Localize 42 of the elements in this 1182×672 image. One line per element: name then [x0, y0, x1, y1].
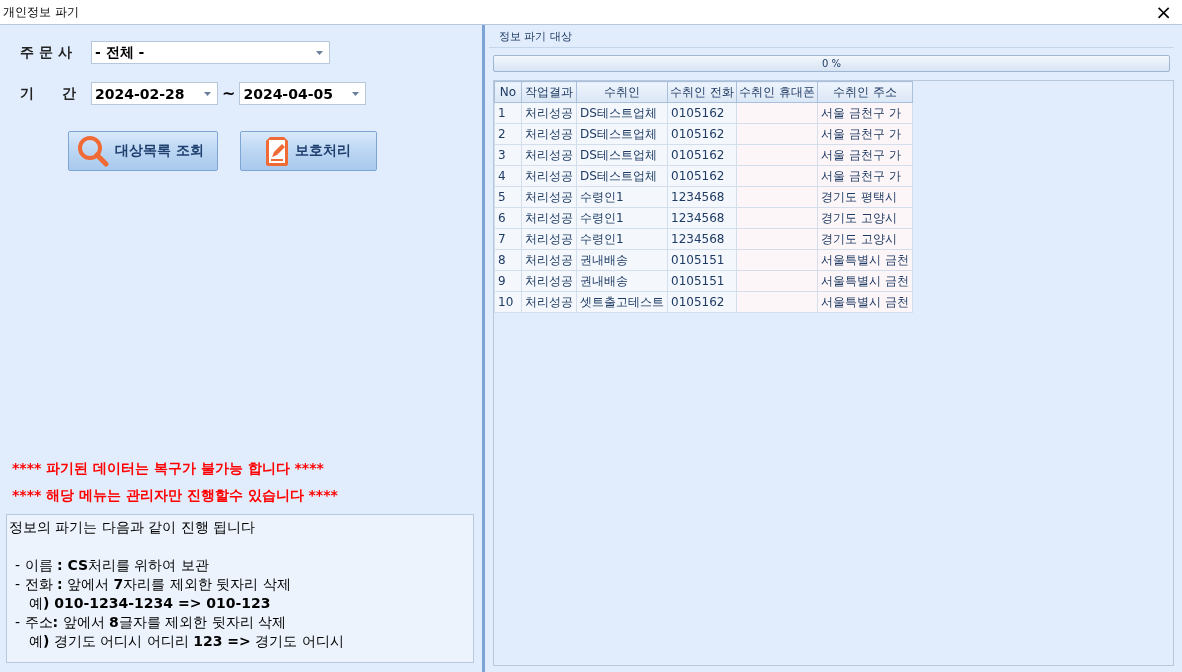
- table-cell: 9: [494, 270, 522, 292]
- close-button[interactable]: ×: [1153, 2, 1174, 22]
- range-separator: ~: [222, 84, 236, 103]
- warning-text: **** 해당 메뉴는 관리자만 진행할수 있습니다 ****: [12, 487, 339, 505]
- column-header[interactable]: 수취인 휴대폰: [736, 81, 818, 103]
- warning-text: **** 파기된 데이터는 복구가 불가능 합니다 ****: [12, 460, 325, 478]
- table-cell: 3: [494, 144, 522, 166]
- table-cell: 2: [494, 123, 522, 145]
- search-button[interactable]: 대상목록 조회: [68, 131, 218, 171]
- date-picker[interactable]: 2024-04-05: [239, 82, 367, 105]
- dropdown-arrow-icon: [316, 50, 323, 55]
- field-label: 주 문 사: [20, 43, 73, 62]
- table-cell: 4: [494, 165, 522, 187]
- table-cell: 6: [494, 207, 522, 229]
- field-label: 기 간: [20, 84, 77, 103]
- note-line: - 이름 : CS처리를 위하여 보관: [14, 556, 210, 575]
- table-cell: 7: [494, 228, 522, 250]
- table-cell: 5: [494, 186, 522, 208]
- note-line: 예) 경기도 어디시 어디리 123 => 경기도 어디시: [28, 632, 345, 651]
- splitter[interactable]: [482, 25, 485, 672]
- column-header[interactable]: 작업결과: [521, 81, 577, 103]
- company-dropdown[interactable]: - 전체 -: [91, 41, 330, 64]
- search-icon: [77, 135, 109, 167]
- column-header[interactable]: No: [494, 81, 522, 103]
- table-cell: 1: [494, 102, 522, 124]
- column-header[interactable]: 수취인 주소: [817, 81, 913, 103]
- column-header[interactable]: 수취인: [576, 81, 668, 103]
- note-line: - 전화 : 앞에서 7자리를 제외한 뒷자리 삭제: [14, 575, 292, 594]
- table-cell: 8: [494, 249, 522, 271]
- protect-button[interactable]: 보호처리: [240, 131, 377, 171]
- dropdown-arrow-icon: [204, 91, 211, 96]
- note-line: 정보의 파기는 다음과 같이 진행 됩니다: [9, 518, 257, 537]
- date-picker[interactable]: 2024-02-28: [91, 82, 218, 105]
- table-cell: 10: [494, 291, 522, 313]
- document-pencil-icon: [265, 135, 289, 167]
- dropdown-arrow-icon: [352, 91, 360, 96]
- note-line: - 주소: 앞에서 8글자를 제외한 뒷자리 삭제: [14, 613, 288, 632]
- progress-reading: 0 %: [820, 57, 842, 71]
- window-title: 개인정보 파기: [3, 3, 79, 21]
- panel-title: 정보 파기 대상: [489, 29, 1174, 48]
- note-line: 예) 010-1234-1234 => 010-123: [28, 594, 272, 613]
- column-header[interactable]: 수취인 전화: [667, 81, 737, 103]
